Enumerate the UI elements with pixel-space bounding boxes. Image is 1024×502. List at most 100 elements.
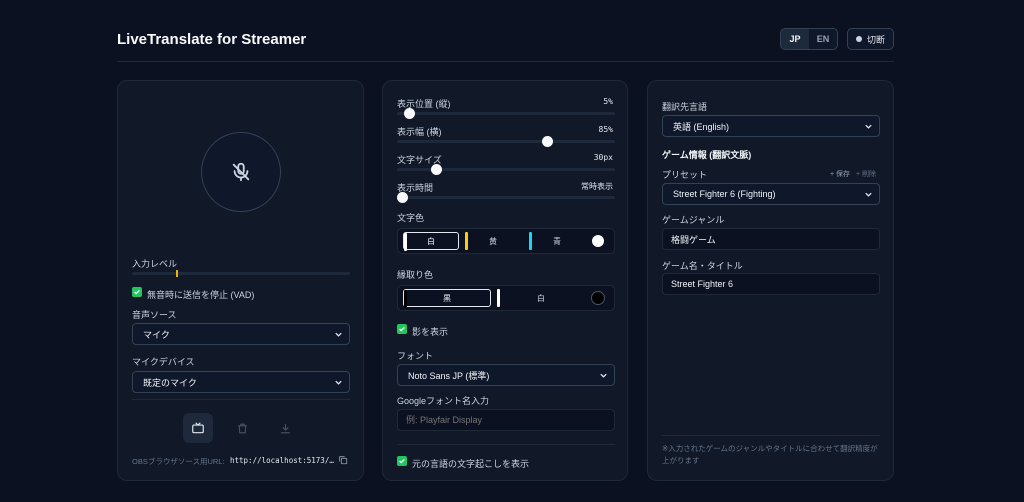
preset-label: プリセット <box>662 170 708 180</box>
mic-toggle-button[interactable] <box>201 132 281 212</box>
shadow-checkbox[interactable] <box>397 324 407 334</box>
outline-color-white[interactable]: 白 <box>497 289 585 307</box>
obs-display-button[interactable] <box>183 413 213 443</box>
width-slider-thumb[interactable] <box>542 136 553 147</box>
text-color-selector: 白 黄 青 <box>397 228 615 254</box>
display-panel: 表示位置 (縦) 5% 表示幅 (横) 85% 文字サイズ 30px 表示時間 … <box>382 80 628 481</box>
accuracy-note: ※入力されたゲームのジャンルやタイトルに合わせて翻訳精度が上がります <box>662 444 878 465</box>
divider <box>132 399 350 400</box>
text-color-white-label: 白 <box>427 236 435 246</box>
source-value: マイク <box>143 329 170 340</box>
preset-select[interactable]: Street Fighter 6 (Fighting) <box>662 183 880 205</box>
device-label: マイクデバイス <box>132 357 195 367</box>
lang-en-button[interactable]: EN <box>809 29 837 49</box>
google-font-input[interactable] <box>397 409 615 431</box>
fontsize-value: 30px <box>593 153 613 162</box>
game-title-label: ゲーム名・タイトル <box>662 261 743 271</box>
target-lang-select[interactable]: 英語 (English) <box>662 115 880 137</box>
vad-checkbox[interactable] <box>132 287 142 297</box>
text-color-blue-label: 青 <box>553 236 561 246</box>
game-title-input[interactable]: Street Fighter 6 <box>662 273 880 295</box>
trash-icon <box>237 423 247 433</box>
download-icon <box>280 423 290 433</box>
lang-jp-button[interactable]: JP <box>781 29 809 49</box>
blue-swatch <box>529 232 532 250</box>
outline-color-white-label: 白 <box>537 293 545 303</box>
google-font-label: Googleフォント名入力 <box>397 396 490 406</box>
shadow-label: 影を表示 <box>412 327 449 337</box>
device-select[interactable]: 既定のマイク <box>132 371 350 393</box>
duration-slider-thumb[interactable] <box>397 192 408 203</box>
fontsize-slider[interactable] <box>397 164 615 175</box>
position-slider-thumb[interactable] <box>404 108 415 119</box>
show-original-label: 元の言語の文字起こしを表示 <box>412 459 530 469</box>
input-level-label: 入力レベル <box>132 259 178 269</box>
text-color-yellow-label: 黄 <box>489 236 497 246</box>
obs-url-label: OBSブラウザソース用URL: <box>132 457 225 466</box>
source-label: 音声ソース <box>132 310 177 320</box>
outline-color-label: 縁取り色 <box>397 270 434 280</box>
vad-label: 無音時に送信を停止 (VAD) <box>147 290 255 300</box>
text-color-white[interactable]: 白 <box>403 232 459 251</box>
input-level-marker <box>176 270 178 277</box>
black-swatch <box>404 290 407 308</box>
preset-save-link[interactable]: + 保存 <box>830 169 850 179</box>
app-title: LiveTranslate for Streamer <box>117 31 307 48</box>
clear-button[interactable] <box>227 413 257 443</box>
text-color-yellow[interactable]: 黄 <box>465 232 521 250</box>
preset-value: Street Fighter 6 (Fighting) <box>673 189 776 199</box>
download-button[interactable] <box>270 413 300 443</box>
device-value: 既定のマイク <box>143 377 197 388</box>
custom-outline-picker[interactable] <box>591 291 605 305</box>
game-info-title: ゲーム情報 (翻訳文脈) <box>662 150 752 160</box>
mic-off-icon <box>232 162 250 182</box>
duration-value: 常時表示 <box>581 182 613 191</box>
tv-icon <box>192 422 204 434</box>
outline-color-black-label: 黒 <box>443 293 451 303</box>
position-slider[interactable] <box>397 108 615 119</box>
width-value: 85% <box>598 125 613 134</box>
target-lang-value: 英語 (English) <box>673 121 730 132</box>
disconnect-button[interactable]: 切断 <box>847 28 894 50</box>
audio-panel: 入力レベル 無音時に送信を停止 (VAD) 音声ソース マイク マイクデバイス … <box>117 80 364 481</box>
show-original-checkbox[interactable] <box>397 456 407 466</box>
divider <box>662 435 880 436</box>
position-label: 表示位置 (縦) <box>397 99 451 109</box>
white-swatch <box>497 289 500 307</box>
source-select[interactable]: マイク <box>132 323 350 345</box>
outline-color-selector: 黒 白 <box>397 285 615 311</box>
width-label: 表示幅 (横) <box>397 127 442 137</box>
preset-delete-link[interactable]: + 削除 <box>856 169 876 179</box>
custom-color-picker[interactable] <box>592 235 604 247</box>
chevron-down-icon <box>600 373 607 378</box>
check-icon <box>134 289 140 295</box>
text-color-blue[interactable]: 青 <box>529 232 585 250</box>
font-select[interactable]: Noto Sans JP (標準) <box>397 364 615 386</box>
check-icon <box>399 326 405 332</box>
genre-input[interactable]: 格闘ゲーム <box>662 228 880 250</box>
font-value: Noto Sans JP (標準) <box>408 370 490 381</box>
game-title-value: Street Fighter 6 <box>671 279 734 289</box>
divider <box>397 444 615 445</box>
copy-icon[interactable] <box>338 455 348 465</box>
input-level-meter <box>132 270 350 277</box>
fontsize-slider-thumb[interactable] <box>431 164 442 175</box>
font-label: フォント <box>397 351 434 361</box>
status-dot-icon <box>855 36 862 42</box>
genre-label: ゲームジャンル <box>662 215 725 225</box>
yellow-swatch <box>465 232 468 250</box>
check-icon <box>399 458 405 464</box>
obs-url-value: http://localhost:5173/… <box>230 456 334 465</box>
disconnect-label: 切断 <box>866 34 885 45</box>
genre-value: 格闘ゲーム <box>671 234 716 245</box>
white-swatch <box>404 233 407 251</box>
chevron-down-icon <box>865 192 872 197</box>
chevron-down-icon <box>335 380 342 385</box>
duration-slider[interactable] <box>397 192 615 203</box>
header: LiveTranslate for Streamer JP EN 切断 <box>117 28 894 62</box>
width-slider[interactable] <box>397 136 615 147</box>
outline-color-black[interactable]: 黒 <box>403 289 491 308</box>
text-color-label: 文字色 <box>397 213 425 223</box>
language-toggle: JP EN <box>780 28 838 50</box>
translation-panel: 翻訳先言語 英語 (English) ゲーム情報 (翻訳文脈) プリセット + … <box>647 80 894 481</box>
